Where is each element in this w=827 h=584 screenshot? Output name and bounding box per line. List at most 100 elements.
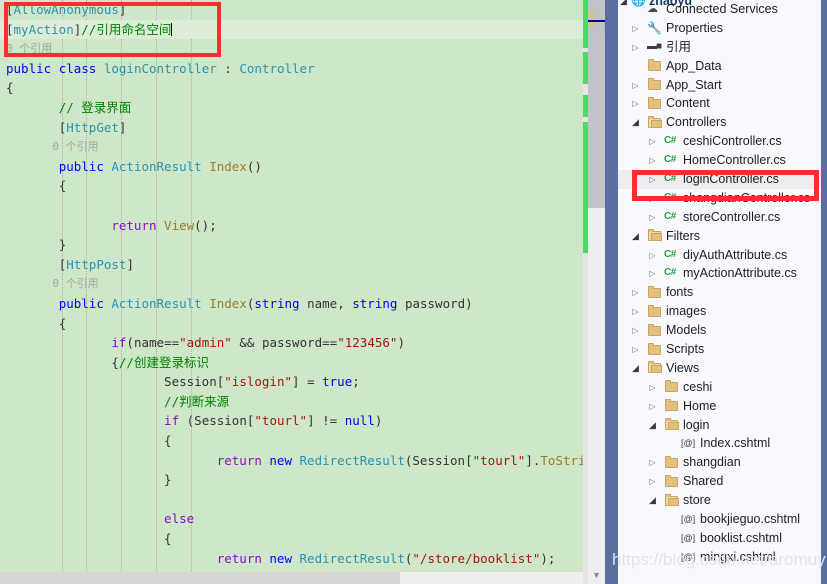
- chevron-right-icon[interactable]: ▷: [647, 132, 658, 151]
- folder-open-icon: [647, 359, 663, 378]
- tree-item-storecontroller-cs[interactable]: ▷ C# storeController.cs: [618, 208, 821, 227]
- tree-item-shangdian[interactable]: ▷ shangdian: [618, 453, 821, 472]
- tree-item-models[interactable]: ▷ Models: [618, 321, 821, 340]
- chevron-right-icon[interactable]: ▷: [647, 472, 658, 491]
- tree-item-ceshicontroller-cs[interactable]: ▷ C# ceshiController.cs: [618, 132, 821, 151]
- code-text[interactable]: [AllowAnonymous] [myAction]//引用命名空间 0 个引用 p…: [0, 0, 583, 584]
- chevron-right-icon[interactable]: ▷: [647, 246, 658, 265]
- folder-icon: [647, 94, 663, 113]
- code-line[interactable]: // 登录界面: [0, 98, 583, 118]
- code-line[interactable]: {: [0, 176, 583, 196]
- chevron-right-icon[interactable]: ▷: [647, 397, 658, 416]
- tree-item-content[interactable]: ▷ Content: [618, 94, 821, 113]
- code-lens-reference-count[interactable]: 0 个引用: [0, 274, 583, 294]
- code-line[interactable]: }: [0, 235, 583, 255]
- code-line[interactable]: if (Session["tourl"] != null): [0, 411, 583, 431]
- tree-item-connected-services[interactable]: ☁ Connected Services: [618, 0, 821, 19]
- code-line[interactable]: //判断来源: [0, 392, 583, 412]
- chevron-right-icon[interactable]: ▷: [630, 76, 641, 95]
- tree-item-index-cshtml[interactable]: [@] Index.cshtml: [618, 434, 821, 453]
- solution-explorer-tree[interactable]: ◢ 🌐 zhaoyu ☁ Connected Services ▷ 🔧 Properti…: [618, 0, 821, 584]
- chevron-right-icon[interactable]: ▷: [647, 151, 658, 170]
- wrench-icon: 🔧: [647, 20, 662, 35]
- chevron-right-icon[interactable]: ▷: [647, 189, 658, 208]
- code-line[interactable]: public ActionResult Index(): [0, 157, 583, 177]
- tree-item-app-data[interactable]: App_Data: [618, 57, 821, 76]
- chevron-right-icon[interactable]: ▷: [630, 302, 641, 321]
- code-line[interactable]: [myAction]//引用命名空间: [0, 19, 583, 40]
- code-line[interactable]: [0, 196, 583, 216]
- code-line[interactable]: return new RedirectResult("/store/bookli…: [0, 549, 583, 569]
- code-line[interactable]: return new RedirectResult(Session["tourl…: [0, 451, 583, 471]
- tree-node-list[interactable]: ☁ Connected Services ▷ 🔧 Properties ▷ ▬■ 引用 App_…: [618, 0, 821, 567]
- code-line[interactable]: {: [0, 314, 583, 334]
- tree-item-filters[interactable]: ◢ Filters: [618, 227, 821, 246]
- chevron-right-icon[interactable]: ▷: [630, 38, 641, 57]
- chevron-right-icon[interactable]: ▷: [647, 453, 658, 472]
- chevron-down-icon[interactable]: ◢: [647, 416, 658, 435]
- vertical-scrollbar-thumb[interactable]: [588, 0, 605, 208]
- tree-item-home[interactable]: ▷ Home: [618, 397, 821, 416]
- tree-item-homecontroller-cs[interactable]: ▷ C# HomeController.cs: [618, 151, 821, 170]
- editor-horizontal-scrollbar[interactable]: [0, 572, 583, 584]
- code-lens-reference-count[interactable]: 0 个引用: [0, 39, 583, 59]
- code-line[interactable]: {//创建登录标识: [0, 353, 583, 373]
- code-lens-reference-count[interactable]: 0 个引用: [0, 137, 583, 157]
- tree-item-label: Index.cshtml: [700, 436, 771, 451]
- code-line[interactable]: return View();: [0, 216, 583, 236]
- chevron-right-icon[interactable]: ▷: [647, 170, 658, 189]
- tree-item-fonts[interactable]: ▷ fonts: [618, 283, 821, 302]
- code-line[interactable]: public class loginController : Controlle…: [0, 59, 583, 79]
- horizontal-scrollbar-thumb[interactable]: [0, 572, 400, 584]
- tree-item-app-start[interactable]: ▷ App_Start: [618, 76, 821, 95]
- code-line[interactable]: Session["islogin"] = true;: [0, 372, 583, 392]
- scroll-down-arrow-icon[interactable]: ▼: [588, 567, 605, 584]
- scroll-marker: [589, 22, 594, 25]
- tree-item-shangdiancontroller-cs[interactable]: ▷ C# shangdianController.cs: [618, 189, 821, 208]
- chevron-right-icon[interactable]: ▷: [647, 208, 658, 227]
- chevron-right-icon[interactable]: ▷: [630, 340, 641, 359]
- editor-vertical-scrollbar[interactable]: [588, 0, 605, 584]
- chevron-right-icon[interactable]: ▷: [630, 321, 641, 340]
- code-line[interactable]: public ActionResult Index(string name, s…: [0, 294, 583, 314]
- tree-item-booklist-cshtml[interactable]: [@] booklist.cshtml: [618, 529, 821, 548]
- chevron-right-icon[interactable]: ▷: [647, 378, 658, 397]
- tree-item-label: App_Start: [666, 77, 722, 92]
- code-line[interactable]: if(name=="admin" && password=="123456"): [0, 333, 583, 353]
- chevron-right-icon[interactable]: ▷: [630, 19, 641, 38]
- tree-item-controllers[interactable]: ◢ Controllers: [618, 113, 821, 132]
- tree-item-scripts[interactable]: ▷ Scripts: [618, 340, 821, 359]
- code-line[interactable]: [0, 490, 583, 510]
- chevron-down-icon[interactable]: ◢: [630, 359, 641, 378]
- tree-item-views[interactable]: ◢ Views: [618, 359, 821, 378]
- chevron-down-icon[interactable]: ◢: [630, 227, 641, 246]
- chevron-right-icon[interactable]: ▷: [630, 283, 641, 302]
- code-line[interactable]: {: [0, 78, 583, 98]
- chevron-right-icon[interactable]: ▷: [630, 94, 641, 113]
- code-line[interactable]: {: [0, 529, 583, 549]
- code-line[interactable]: [HttpGet]: [0, 118, 583, 138]
- code-line[interactable]: }: [0, 470, 583, 490]
- code-editor[interactable]: [AllowAnonymous] [myAction]//引用命名空间 0 个引用 p…: [0, 0, 583, 584]
- code-line[interactable]: else: [0, 509, 583, 529]
- tree-item-mingxi-cshtml[interactable]: [@] mingxi.cshtml: [618, 548, 821, 567]
- panel-splitter[interactable]: ─: [605, 0, 618, 584]
- folder-open-icon: [647, 113, 663, 132]
- chevron-right-icon[interactable]: ▷: [647, 264, 658, 283]
- tree-item-properties[interactable]: ▷ 🔧 Properties: [618, 19, 821, 38]
- tree-item-store[interactable]: ◢ store: [618, 491, 821, 510]
- tree-item-ceshi[interactable]: ▷ ceshi: [618, 378, 821, 397]
- tree-item-images[interactable]: ▷ images: [618, 302, 821, 321]
- tree-item-bookjieguo-cshtml[interactable]: [@] bookjieguo.cshtml: [618, 510, 821, 529]
- code-line[interactable]: {: [0, 431, 583, 451]
- tree-item-login[interactable]: ◢ login: [618, 416, 821, 435]
- tree-item-[interactable]: ▷ ▬■ 引用: [618, 38, 821, 57]
- tree-item-shared[interactable]: ▷ Shared: [618, 472, 821, 491]
- code-line[interactable]: [HttpPost]: [0, 255, 583, 275]
- tree-item-diyauthattribute-cs[interactable]: ▷ C# diyAuthAttribute.cs: [618, 246, 821, 265]
- chevron-down-icon[interactable]: ◢: [630, 113, 641, 132]
- tree-item-myactionattribute-cs[interactable]: ▷ C# myActionAttribute.cs: [618, 264, 821, 283]
- chevron-down-icon[interactable]: ◢: [647, 491, 658, 510]
- tree-item-logincontroller-cs[interactable]: ▷ C# loginController.cs: [618, 170, 821, 189]
- code-line[interactable]: [AllowAnonymous]: [0, 0, 583, 20]
